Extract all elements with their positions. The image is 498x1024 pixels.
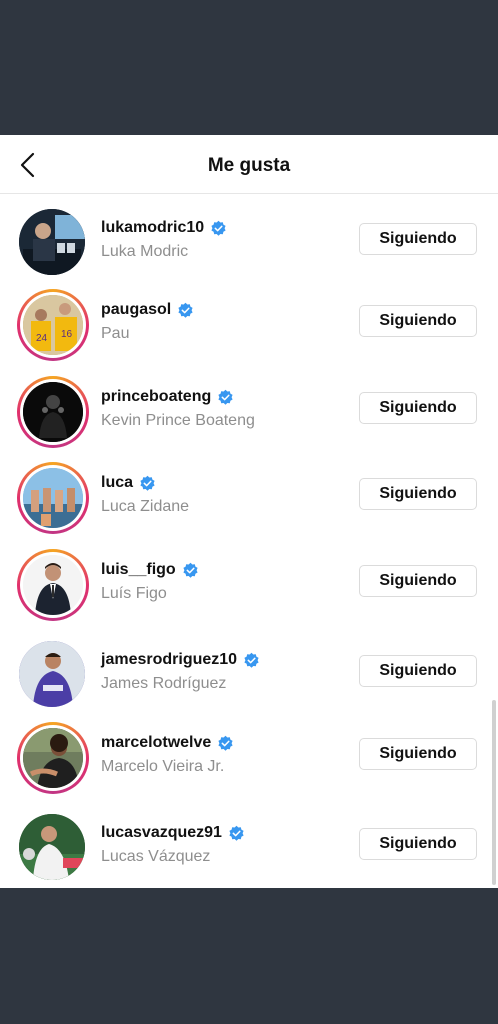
- avatar[interactable]: [17, 639, 89, 711]
- full-name: Kevin Prince Boateng: [101, 412, 255, 429]
- full-name: Luís Figo: [101, 585, 167, 602]
- verified-badge-icon: [229, 825, 244, 841]
- full-name: Marcelo Vieira Jr.: [101, 758, 225, 775]
- list-item: jamesrodriguez10 James Rodríguez Siguien…: [0, 639, 498, 725]
- verified-badge-icon: [140, 475, 155, 491]
- list-item: luis__figo Luís Figo Siguiendo: [0, 549, 498, 635]
- username[interactable]: luis__figo: [101, 561, 199, 579]
- scrollbar[interactable]: [492, 700, 496, 885]
- svg-text:24: 24: [36, 333, 48, 344]
- following-button[interactable]: Siguiendo: [359, 478, 477, 510]
- verified-badge-icon: [218, 735, 233, 751]
- list-item: 24 16 paugasol Pau Siguiendo: [0, 289, 498, 375]
- full-name: Lucas Vázquez: [101, 848, 211, 865]
- avatar[interactable]: [17, 549, 89, 621]
- full-name: Pau: [101, 325, 130, 342]
- verified-badge-icon: [244, 652, 259, 668]
- username[interactable]: lucasvazquez91: [101, 824, 245, 842]
- verified-badge-icon: [218, 389, 233, 405]
- following-button[interactable]: Siguiendo: [359, 828, 477, 860]
- verified-badge-icon: [183, 562, 198, 578]
- avatar[interactable]: [17, 207, 89, 279]
- following-button[interactable]: Siguiendo: [359, 738, 477, 770]
- page-title: Me gusta: [207, 155, 291, 176]
- username[interactable]: marcelotwelve: [101, 734, 234, 752]
- list-item: princeboateng Kevin Prince Boateng Sigui…: [0, 376, 498, 462]
- following-button[interactable]: Siguiendo: [359, 305, 477, 337]
- full-name: Luca Zidane: [101, 498, 190, 515]
- avatar[interactable]: [17, 722, 89, 794]
- following-button[interactable]: Siguiendo: [359, 655, 477, 687]
- avatar[interactable]: [17, 462, 89, 534]
- avatar[interactable]: 24 16: [17, 289, 89, 361]
- full-name: James Rodríguez: [101, 675, 227, 692]
- username[interactable]: luca: [101, 474, 156, 492]
- header: Me gusta: [0, 135, 498, 194]
- following-button[interactable]: Siguiendo: [359, 223, 477, 255]
- following-button[interactable]: Siguiendo: [359, 392, 477, 424]
- full-name: Luka Modric: [101, 243, 189, 260]
- username[interactable]: jamesrodriguez10: [101, 651, 260, 669]
- avatar[interactable]: [17, 376, 89, 448]
- likes-sheet: Me gusta lukamodric10 Luka Modric Siguie: [0, 135, 498, 888]
- list-item: luca Luca Zidane Siguiendo: [0, 462, 498, 548]
- list-item: marcelotwelve Marcelo Vieira Jr. Siguien…: [0, 722, 498, 808]
- following-button[interactable]: Siguiendo: [359, 565, 477, 597]
- avatar[interactable]: [17, 812, 89, 884]
- svg-text:16: 16: [61, 329, 73, 340]
- username[interactable]: princeboateng: [101, 388, 234, 406]
- list-item: lucasvazquez91 Lucas Vázquez Siguiendo: [0, 812, 498, 898]
- verified-badge-icon: [211, 220, 226, 236]
- username[interactable]: paugasol: [101, 301, 194, 319]
- verified-badge-icon: [178, 302, 193, 318]
- list-item: lukamodric10 Luka Modric Siguiendo: [0, 207, 498, 293]
- username[interactable]: lukamodric10: [101, 219, 227, 237]
